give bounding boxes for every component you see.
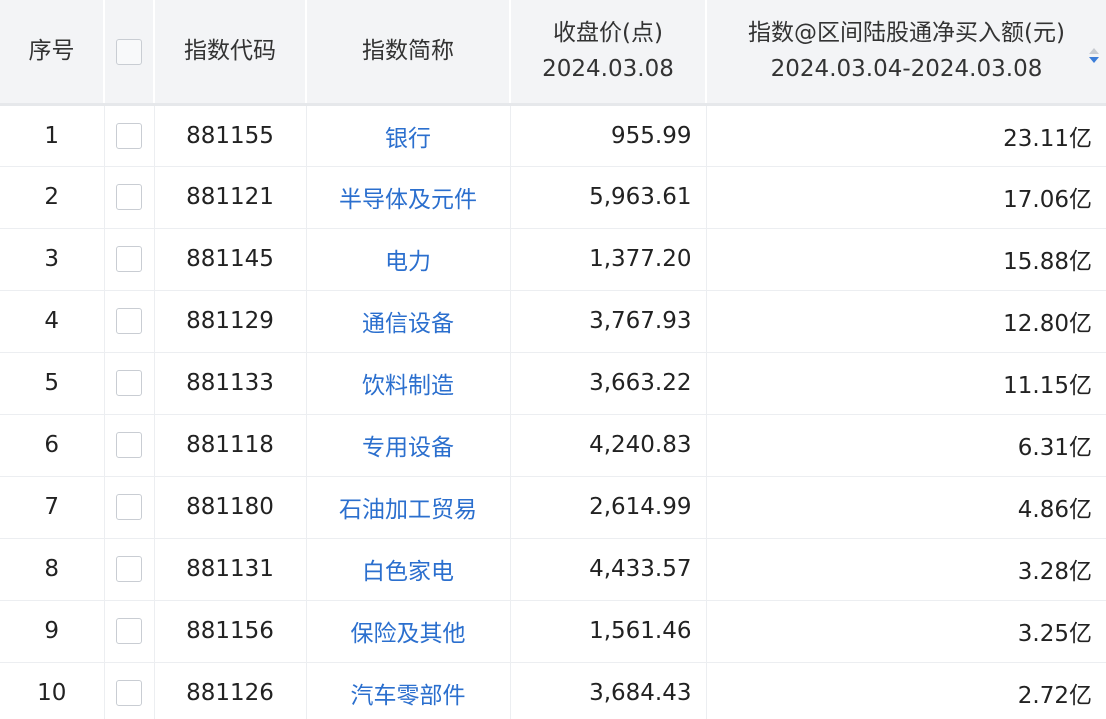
header-row: 序号 指数代码 指数简称 收盘价(点) 2024.03.08 指数@区间陆股通净…: [0, 0, 1106, 106]
row-index-name-link[interactable]: 白色家电: [306, 538, 511, 601]
row-index-name-link[interactable]: 汽车零部件: [306, 662, 511, 719]
row-close-price: 3,663.22: [510, 352, 707, 415]
row-index-code: 881126: [154, 662, 307, 719]
row-net-buy-amount: 3.25亿: [706, 600, 1106, 663]
table-row[interactable]: 5 881133 饮料制造 3,663.22 11.15亿: [0, 352, 1106, 415]
header-flow[interactable]: 指数@区间陆股通净买入额(元) 2024.03.04-2024.03.08: [706, 0, 1106, 106]
row-select[interactable]: [104, 104, 155, 167]
row-select[interactable]: [104, 476, 155, 539]
row-close-price: 5,963.61: [510, 166, 707, 229]
row-index-name-link[interactable]: 通信设备: [306, 290, 511, 353]
header-flow-range: 2024.03.04-2024.03.08: [770, 56, 1043, 83]
row-seq: 10: [0, 662, 105, 719]
table-row[interactable]: 10 881126 汽车零部件 3,684.43 2.72亿: [0, 662, 1106, 719]
row-seq: 3: [0, 228, 105, 291]
row-seq: 7: [0, 476, 105, 539]
row-index-name-link[interactable]: 专用设备: [306, 414, 511, 477]
row-close-price: 955.99: [510, 104, 707, 167]
header-select-all[interactable]: [104, 0, 155, 106]
row-select[interactable]: [104, 414, 155, 477]
row-net-buy-amount: 23.11亿: [706, 104, 1106, 167]
row-seq: 8: [0, 538, 105, 601]
table-body: 1 881155 银行 955.99 23.11亿 2 881121 半导体及元件 5,963.…: [0, 104, 1106, 719]
row-index-code: 881180: [154, 476, 307, 539]
row-index-name-link[interactable]: 石油加工贸易: [306, 476, 511, 539]
row-checkbox-icon[interactable]: [116, 246, 142, 273]
row-index-name-link[interactable]: 半导体及元件: [306, 166, 511, 229]
row-select[interactable]: [104, 290, 155, 353]
table-row[interactable]: 4 881129 通信设备 3,767.93 12.80亿: [0, 290, 1106, 353]
row-seq: 1: [0, 104, 105, 167]
row-select[interactable]: [104, 352, 155, 415]
row-index-name-link[interactable]: 电力: [306, 228, 511, 291]
header-seq: 序号: [0, 0, 105, 106]
row-checkbox-icon[interactable]: [116, 618, 142, 645]
row-checkbox-icon[interactable]: [116, 308, 142, 335]
row-index-code: 881156: [154, 600, 307, 663]
row-index-code: 881129: [154, 290, 307, 353]
row-index-name-link[interactable]: 银行: [306, 104, 511, 167]
table-row[interactable]: 1 881155 银行 955.99 23.11亿: [0, 104, 1106, 167]
sort-descending-icon[interactable]: [1089, 57, 1099, 63]
table-row[interactable]: 9 881156 保险及其他 1,561.46 3.25亿: [0, 600, 1106, 663]
row-seq: 5: [0, 352, 105, 415]
row-index-name-link[interactable]: 饮料制造: [306, 352, 511, 415]
row-net-buy-amount: 6.31亿: [706, 414, 1106, 477]
row-close-price: 4,240.83: [510, 414, 707, 477]
row-select[interactable]: [104, 538, 155, 601]
row-checkbox-icon[interactable]: [116, 184, 142, 211]
row-seq: 2: [0, 166, 105, 229]
header-name[interactable]: 指数简称: [306, 0, 511, 106]
row-index-name-link[interactable]: 保险及其他: [306, 600, 511, 663]
row-net-buy-amount: 11.15亿: [706, 352, 1106, 415]
row-checkbox-icon[interactable]: [116, 680, 142, 707]
header-code[interactable]: 指数代码: [154, 0, 307, 106]
row-net-buy-amount: 2.72亿: [706, 662, 1106, 719]
row-select[interactable]: [104, 662, 155, 719]
row-seq: 6: [0, 414, 105, 477]
header-close-date: 2024.03.08: [542, 56, 674, 83]
row-checkbox-icon[interactable]: [116, 432, 142, 459]
row-close-price: 1,561.46: [510, 600, 707, 663]
header-close[interactable]: 收盘价(点) 2024.03.08: [510, 0, 707, 106]
row-net-buy-amount: 4.86亿: [706, 476, 1106, 539]
row-index-code: 881121: [154, 166, 307, 229]
row-net-buy-amount: 3.28亿: [706, 538, 1106, 601]
row-close-price: 3,684.43: [510, 662, 707, 719]
row-select[interactable]: [104, 228, 155, 291]
row-close-price: 4,433.57: [510, 538, 707, 601]
index-data-grid: 序号 指数代码 指数简称 收盘价(点) 2024.03.08 指数@区间陆股通净…: [0, 0, 1106, 719]
row-index-code: 881131: [154, 538, 307, 601]
table-row[interactable]: 6 881118 专用设备 4,240.83 6.31亿: [0, 414, 1106, 477]
row-index-code: 881133: [154, 352, 307, 415]
table-row[interactable]: 8 881131 白色家电 4,433.57 3.28亿: [0, 538, 1106, 601]
row-seq: 4: [0, 290, 105, 353]
table-row[interactable]: 7 881180 石油加工贸易 2,614.99 4.86亿: [0, 476, 1106, 539]
sort-ascending-icon[interactable]: [1089, 48, 1099, 54]
row-net-buy-amount: 17.06亿: [706, 166, 1106, 229]
row-index-code: 881145: [154, 228, 307, 291]
sort-icon[interactable]: [1088, 48, 1100, 64]
row-index-code: 881155: [154, 104, 307, 167]
row-checkbox-icon[interactable]: [116, 122, 142, 149]
header-close-title: 收盘价(点): [553, 20, 663, 47]
row-net-buy-amount: 15.88亿: [706, 228, 1106, 291]
row-close-price: 2,614.99: [510, 476, 707, 539]
select-all-checkbox-icon[interactable]: [116, 38, 142, 65]
row-net-buy-amount: 12.80亿: [706, 290, 1106, 353]
table-header: 序号 指数代码 指数简称 收盘价(点) 2024.03.08 指数@区间陆股通净…: [0, 0, 1106, 106]
row-seq: 9: [0, 600, 105, 663]
row-close-price: 3,767.93: [510, 290, 707, 353]
row-close-price: 1,377.20: [510, 228, 707, 291]
table-row[interactable]: 3 881145 电力 1,377.20 15.88亿: [0, 228, 1106, 291]
table-row[interactable]: 2 881121 半导体及元件 5,963.61 17.06亿: [0, 166, 1106, 229]
row-select[interactable]: [104, 600, 155, 663]
row-checkbox-icon[interactable]: [116, 556, 142, 583]
header-flow-title: 指数@区间陆股通净买入额(元): [748, 20, 1065, 47]
row-checkbox-icon[interactable]: [116, 370, 142, 397]
row-select[interactable]: [104, 166, 155, 229]
index-table: 序号 指数代码 指数简称 收盘价(点) 2024.03.08 指数@区间陆股通净…: [0, 0, 1106, 719]
row-checkbox-icon[interactable]: [116, 494, 142, 521]
row-index-code: 881118: [154, 414, 307, 477]
